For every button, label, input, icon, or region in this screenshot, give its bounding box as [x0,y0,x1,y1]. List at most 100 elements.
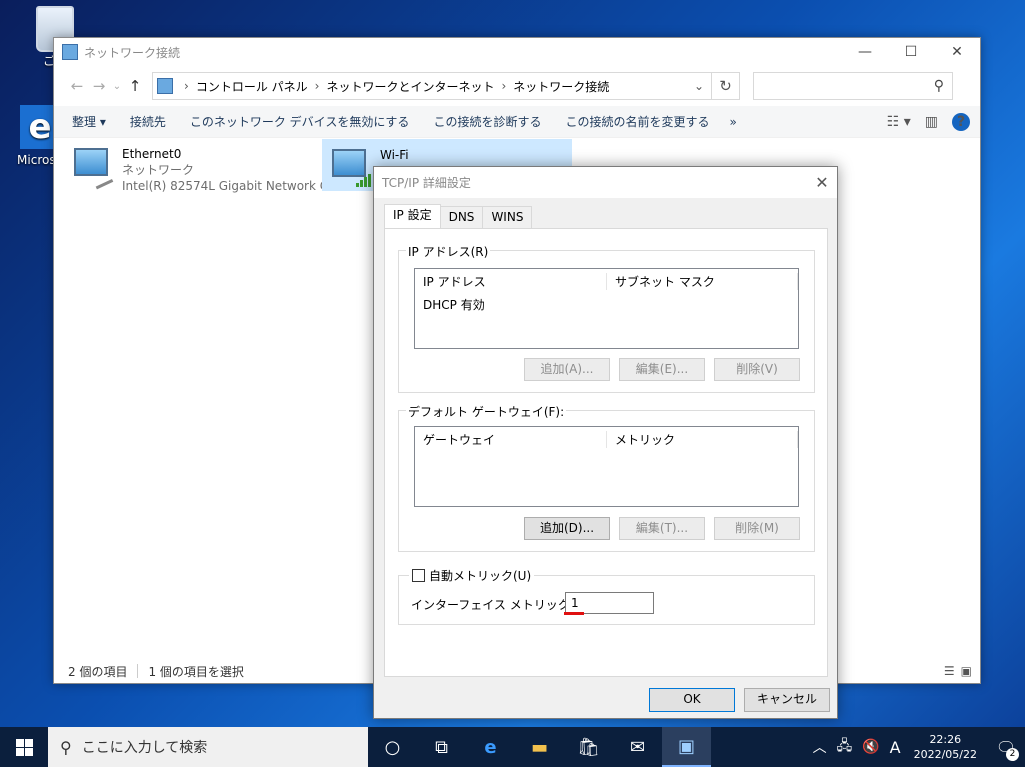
column-metric[interactable]: メトリック [607,430,798,448]
file-explorer-icon[interactable]: ▬ [515,727,564,767]
clock[interactable]: 22:26 2022/05/22 [914,732,977,762]
ok-button[interactable]: OK [649,688,735,712]
selected-count: 1 個の項目を選択 [148,664,244,679]
windows-logo-icon [15,738,33,756]
default-gateway-group: デフォルト ゲートウェイ(F): ゲートウェイ メトリック 追加(D)... 編… [398,403,815,552]
volume-muted-icon[interactable]: 🔇 [862,739,879,755]
taskbar-search-placeholder: ここに入力して検索 [81,740,208,756]
diagnose-command[interactable]: この接続を診断する [421,113,553,130]
search-box[interactable]: ⚲ [753,72,953,100]
ip-add-button[interactable]: 追加(A)... [524,358,610,381]
breadcrumb-separator-icon[interactable]: › [501,79,506,93]
recent-locations-chevron-icon[interactable]: ⌄ [110,81,124,92]
details-view-icon[interactable]: ☰ [944,664,955,678]
start-button[interactable] [0,727,48,767]
more-commands-button[interactable]: » [721,115,744,129]
command-bar: 整理 ▾ 接続先 このネットワーク デバイスを無効にする この接続を診断する こ… [54,106,980,138]
up-icon[interactable]: ↑ [124,77,146,95]
address-row: ← → ⌄ ↑ › コントロール パネル › ネットワークとインターネット › … [54,66,980,106]
search-icon: ⚲ [60,737,72,757]
tab-wins[interactable]: WINS [482,206,533,228]
connection-device: Intel(R) 82574L Gigabit Network C... [122,179,340,193]
system-tray: ︿ 🖧 🔇 A 22:26 2022/05/22 🗨 2 [808,732,1025,762]
search-icon: ⚲ [933,78,944,94]
metric-group: 自動メトリック(U) インターフェイス メトリック(N): 1 [398,567,815,625]
notification-count-badge: 2 [1006,747,1019,761]
large-icons-view-icon[interactable]: ▣ [961,664,972,678]
connection-name: Ethernet0 [122,147,182,161]
close-button[interactable]: ✕ [934,38,980,66]
connection-name: Wi-Fi [380,148,409,162]
ip-delete-button[interactable]: 削除(V) [714,358,800,381]
organize-menu[interactable]: 整理 ▾ [60,113,118,130]
interface-metric-field[interactable]: 1 [565,592,654,614]
address-bar[interactable]: › コントロール パネル › ネットワークとインターネット › ネットワーク接続… [152,72,712,100]
change-view-icon[interactable]: ☷ ▾ [887,114,911,130]
automatic-metric-checkbox-row[interactable]: 自動メトリック(U) [409,567,535,584]
window-title: ネットワーク接続 [84,45,181,60]
column-subnet-mask[interactable]: サブネット マスク [607,272,798,290]
connection-status: ネットワーク [122,163,195,177]
dialog-title: TCP/IP 詳細設定 [382,176,471,190]
store-icon[interactable]: 🛍 [564,727,613,767]
ip-address-list[interactable]: IP アドレス サブネット マスク DHCP 有効 [414,268,799,349]
address-dropdown-icon[interactable]: ⌄ [687,79,711,93]
taskbar: ⚲ ここに入力して検索 ○ ⧉ e ▬ 🛍 ✉ ▣ ︿ 🖧 🔇 A 22:26 … [0,727,1025,767]
disable-device-command[interactable]: このネットワーク デバイスを無効にする [178,113,422,130]
dialog-tabs: IP 設定 DNS WINS [384,204,533,228]
ip-settings-panel: IP アドレス(R) IP アドレス サブネット マスク DHCP 有効 追加(… [384,228,828,677]
back-icon[interactable]: ← [66,77,88,95]
ip-address-group-label: IP アドレス(R) [406,243,491,260]
breadcrumb-separator-icon[interactable]: › [315,79,320,93]
breadcrumb-control-panel[interactable]: コントロール パネル [196,78,308,95]
help-icon[interactable]: ? [952,112,970,131]
breadcrumb-network-connections[interactable]: ネットワーク接続 [513,78,609,95]
automatic-metric-checkbox[interactable] [412,569,425,582]
mail-icon[interactable]: ✉ [613,727,662,767]
column-gateway[interactable]: ゲートウェイ [415,430,607,448]
tab-dns[interactable]: DNS [439,206,484,228]
cancel-button[interactable]: キャンセル [744,688,830,712]
wired-network-icon [70,146,116,192]
forward-icon[interactable]: → [88,77,110,95]
gateway-group-label: デフォルト ゲートウェイ(F): [406,403,567,420]
tcpip-advanced-dialog: TCP/IP 詳細設定 ✕ IP 設定 DNS WINS IP アドレス(R) … [373,166,838,719]
gateway-list[interactable]: ゲートウェイ メトリック [414,426,799,507]
clock-time: 22:26 [929,733,962,746]
dialog-close-icon[interactable]: ✕ [807,173,837,192]
automatic-metric-label[interactable]: 自動メトリック(U) [429,567,531,584]
wireless-network-icon [328,147,374,193]
window-titlebar: ネットワーク接続 — ☐ ✕ [54,38,980,66]
gateway-add-button[interactable]: 追加(D)... [524,517,610,540]
taskbar-search-box[interactable]: ⚲ ここに入力して検索 [48,727,368,767]
task-view-icon[interactable]: ⧉ [417,727,466,767]
column-ip-address[interactable]: IP アドレス [415,272,607,290]
item-count: 2 個の項目 [68,664,128,679]
annotation-underline [564,612,584,615]
ime-indicator[interactable]: A [890,738,901,757]
edge-taskbar-icon[interactable]: e [466,727,515,767]
connect-to-command[interactable]: 接続先 [118,113,178,130]
ip-edit-button[interactable]: 編集(E)... [619,358,705,381]
show-hidden-icons-chevron-icon[interactable]: ︿ [813,737,827,757]
dialog-titlebar: TCP/IP 詳細設定 ✕ [374,167,837,198]
rename-command[interactable]: この接続の名前を変更する [553,113,721,130]
network-tray-icon[interactable]: 🖧 [837,735,853,759]
connection-item-ethernet[interactable]: Ethernet0 ネットワーク Intel(R) 82574L Gigabit… [70,146,340,194]
refresh-icon[interactable]: ↻ [712,72,740,100]
tab-ip-settings[interactable]: IP 設定 [384,204,441,228]
network-connections-taskbar-icon[interactable]: ▣ [662,727,711,767]
breadcrumb-network-internet[interactable]: ネットワークとインターネット [326,78,494,95]
minimize-button[interactable]: — [842,38,888,66]
maximize-button[interactable]: ☐ [888,38,934,66]
ip-address-group: IP アドレス(R) IP アドレス サブネット マスク DHCP 有効 追加(… [398,243,815,393]
network-connections-icon [62,44,78,60]
gateway-delete-button[interactable]: 削除(M) [714,517,800,540]
preview-pane-icon[interactable]: ▥ [925,114,938,130]
breadcrumb-separator-icon[interactable]: › [184,79,189,93]
control-panel-icon [157,78,173,94]
cortana-icon[interactable]: ○ [368,727,417,767]
gateway-edit-button[interactable]: 編集(T)... [619,517,705,540]
action-center-icon[interactable]: 🗨 2 [987,738,1025,761]
list-item[interactable]: DHCP 有効 [415,293,798,316]
